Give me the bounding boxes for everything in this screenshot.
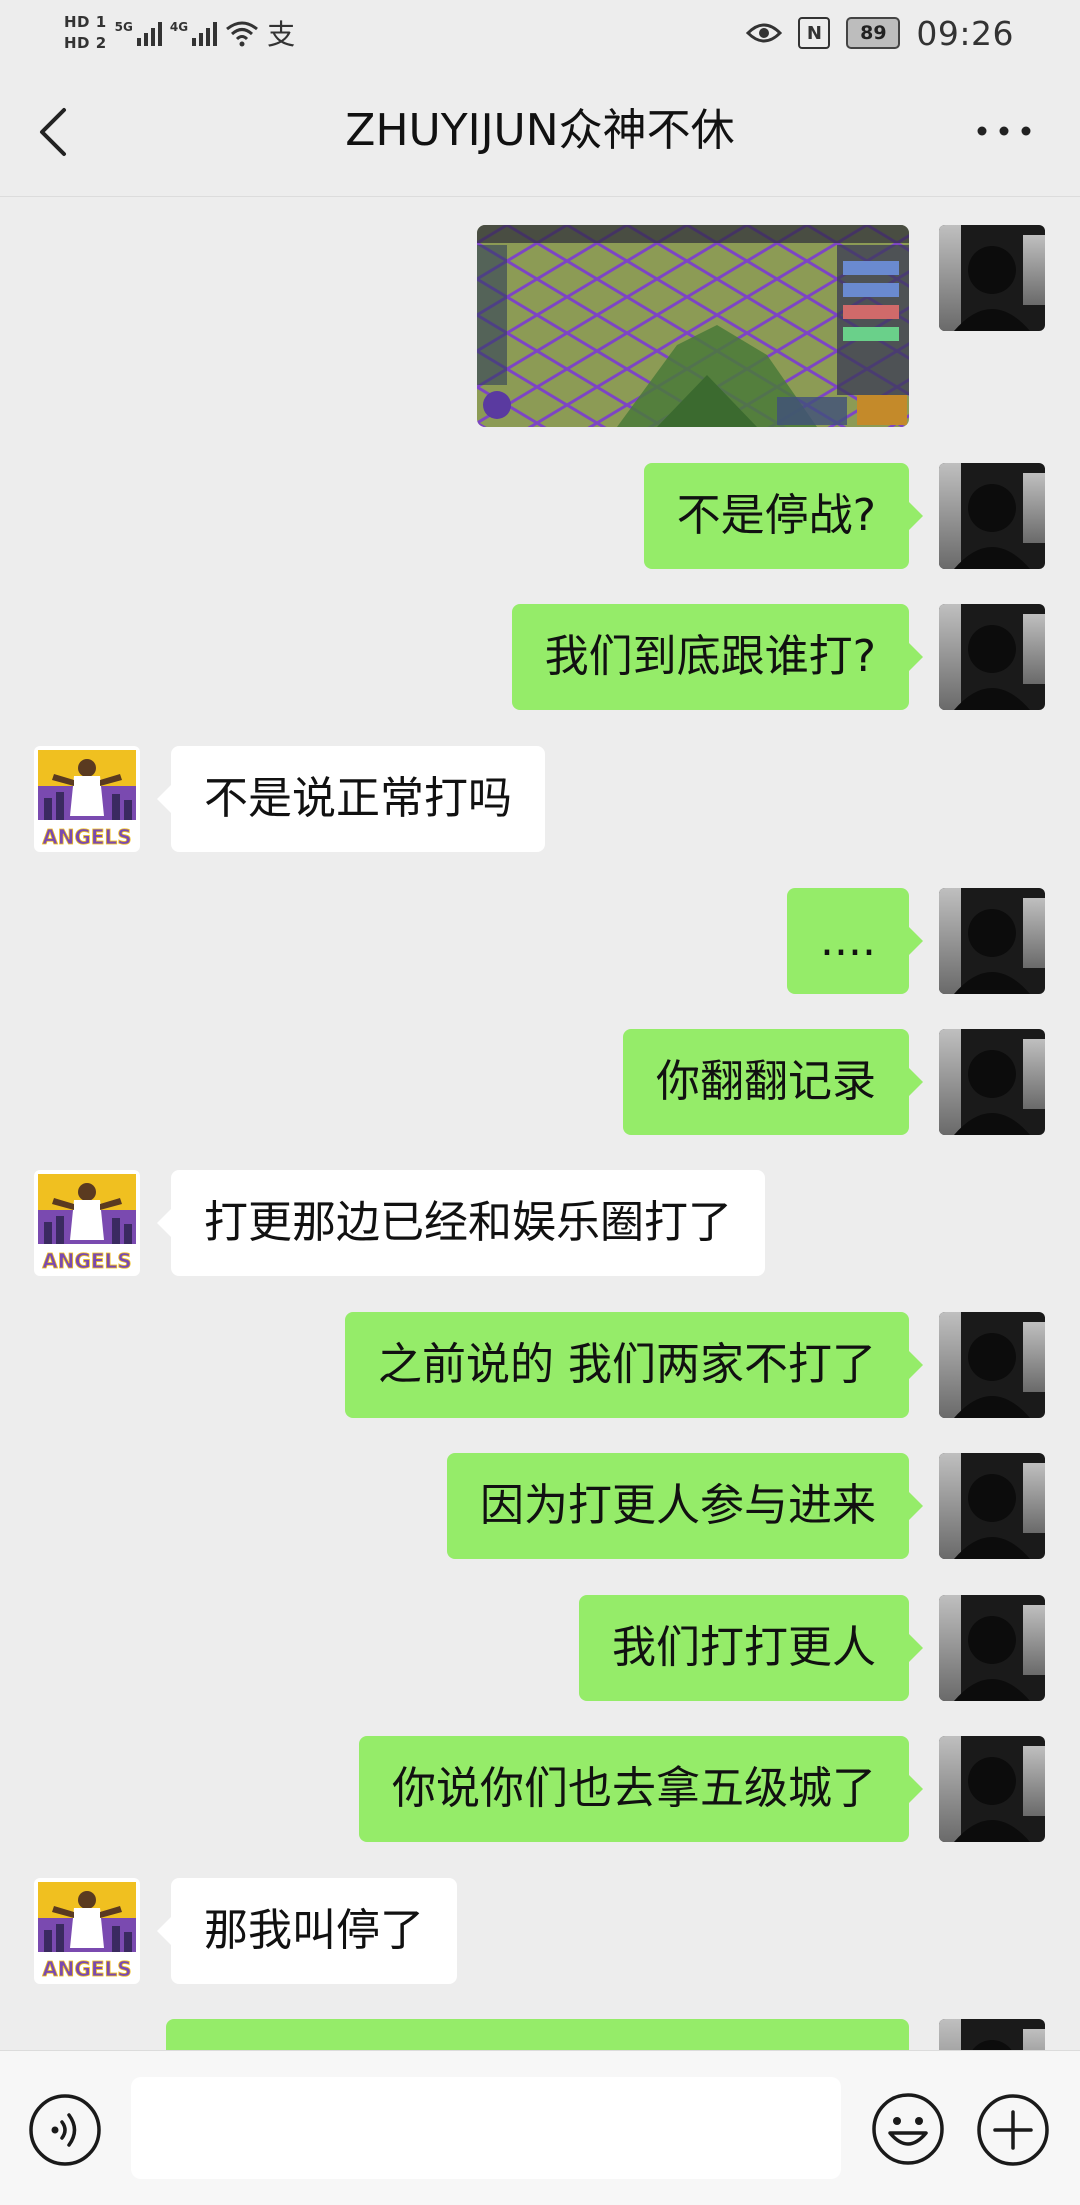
hd-indicators: HD 1 HD 2 [64,14,107,52]
avatar-silhouette-icon [939,1453,1045,1559]
avatar-silhouette-icon [939,604,1045,710]
battery-icon: 89 [846,17,901,49]
status-right: N 89 09:26 [746,8,1014,58]
signal-sim1-icon: 5G [115,20,162,46]
clock: 09:26 [916,13,1014,53]
outgoing-message[interactable]: 你翻翻记录 [623,1029,923,1135]
outgoing-message[interactable]: 我们打打更人 [579,1595,923,1701]
eye-icon [746,23,783,43]
message-image[interactable] [477,225,909,427]
plus-circle-icon [977,2094,1049,2166]
svg-text:ANGELS: ANGELS [42,1249,131,1273]
svg-text:ANGELS: ANGELS [42,825,131,849]
outgoing-message[interactable]: 不是停战? [643,463,924,569]
signal-sim2-icon: 4G [169,20,218,46]
hd1-indicator: HD 1 [64,13,107,31]
avatar-silhouette-icon [939,2019,1045,2050]
chat-header: ZHUYIJUN众神不休 [0,66,1080,197]
my-avatar[interactable] [939,225,1045,331]
contact-avatar[interactable]: ANGELS [34,746,140,852]
sim2-type: 4G [169,20,189,34]
avatar-silhouette-icon [939,225,1045,331]
smiley-icon [872,2093,944,2165]
angels-logo-avatar-icon: ANGELS [34,746,140,852]
avatar-silhouette-icon [939,1029,1045,1135]
outgoing-message[interactable] [166,2019,909,2050]
avatar-silhouette-icon [939,463,1045,569]
angels-logo-avatar-icon: ANGELS [34,1878,140,1984]
chat-title: ZHUYIJUN众神不休 [345,105,735,156]
my-avatar[interactable] [939,1029,1045,1135]
emoji-button[interactable] [870,2091,946,2167]
voice-icon [29,2094,101,2166]
message-input[interactable] [131,2077,841,2179]
game-screenshot-image [477,225,909,427]
outgoing-message[interactable]: .... [787,888,923,994]
my-avatar[interactable] [939,463,1045,569]
alipay-icon: 支 [267,18,296,51]
contact-avatar[interactable]: ANGELS [34,1878,140,1984]
incoming-message[interactable]: 打更那边已经和娱乐圈打了 [157,1170,765,1276]
outgoing-message[interactable]: 之前说的 我们两家不打了 [345,1312,923,1418]
more-actions-button[interactable] [976,2093,1050,2167]
svg-text:ANGELS: ANGELS [42,1957,131,1981]
input-bar [0,2050,1080,2205]
avatar-silhouette-icon [939,1312,1045,1418]
contact-avatar[interactable]: ANGELS [34,1170,140,1276]
my-avatar[interactable] [939,604,1045,710]
status-left: HD 1 HD 2 5G 4G 支 [64,6,295,60]
my-avatar[interactable] [939,1312,1045,1418]
incoming-message[interactable]: 不是说正常打吗 [157,746,545,852]
more-button[interactable] [964,106,1044,156]
wifi-icon [226,21,259,47]
message-list[interactable]: 不是停战? 我们到底跟谁打? ANGELS 不是说正常打吗 .... 你翻翻记录… [0,197,1080,2050]
my-avatar[interactable] [939,2019,1045,2050]
outgoing-message[interactable]: 你说你们也去拿五级城了 [359,1736,923,1842]
avatar-silhouette-icon [939,1595,1045,1701]
outgoing-message[interactable]: 我们到底跟谁打? [511,604,924,710]
my-avatar[interactable] [939,1453,1045,1559]
angels-logo-avatar-icon: ANGELS [34,1170,140,1276]
outgoing-message[interactable]: 因为打更人参与进来 [447,1453,923,1559]
my-avatar[interactable] [939,888,1045,994]
status-bar: HD 1 HD 2 5G 4G 支 N 89 09:26 [0,0,1080,66]
avatar-silhouette-icon [939,1736,1045,1842]
sim1-type: 5G [114,20,133,34]
nfc-icon: N [798,17,831,49]
my-avatar[interactable] [939,1595,1045,1701]
voice-button[interactable] [28,2093,102,2167]
avatar-silhouette-icon [939,888,1045,994]
more-dots-icon [977,126,1031,136]
my-avatar[interactable] [939,1736,1045,1842]
hd2-indicator: HD 2 [64,34,107,52]
chevron-left-icon [40,108,66,156]
back-button[interactable] [28,102,78,162]
incoming-message[interactable]: 那我叫停了 [157,1878,457,1984]
